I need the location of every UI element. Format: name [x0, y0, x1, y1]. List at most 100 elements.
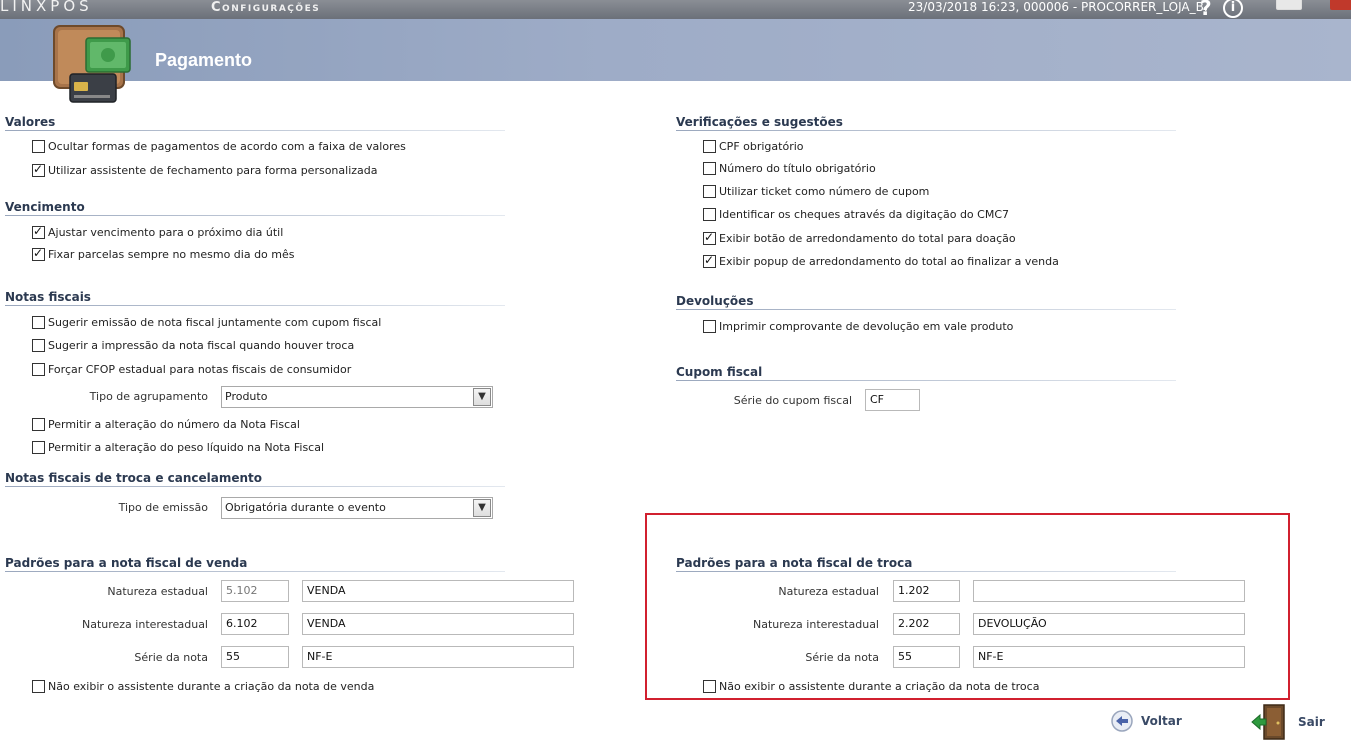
help-icon[interactable]: ?	[1200, 0, 1212, 20]
section-divider	[676, 130, 1176, 131]
troca-natureza-estadual-code[interactable]: 1.202	[893, 580, 960, 602]
section-title-vencimento: Vencimento	[5, 200, 85, 214]
checkbox-label: Identificar os cheques através da digita…	[719, 208, 1010, 221]
checkbox-assistente-fechamento[interactable]: Utilizar assistente de fechamento para f…	[32, 162, 378, 177]
wallet-icon	[53, 25, 131, 103]
checkbox-label: Imprimir comprovante de devolução em val…	[719, 320, 1014, 333]
highlight-box	[645, 513, 1290, 700]
section-title-nota-venda: Padrões para a nota fiscal de venda	[5, 556, 248, 570]
checkbox-ocultar-formas[interactable]: Ocultar formas de pagamentos de acordo c…	[32, 140, 406, 153]
checkbox-box[interactable]	[32, 162, 45, 177]
checkbox-label: Utilizar assistente de fechamento para f…	[48, 164, 378, 177]
checkbox-cheques-cmc7[interactable]: Identificar os cheques através da digita…	[703, 208, 1009, 221]
checkbox-box[interactable]	[32, 363, 45, 376]
checkbox-box[interactable]	[703, 230, 716, 245]
title-bar: LINXPOS Configurações 23/03/2018 16:23, …	[0, 0, 1351, 20]
emissao-label: Tipo de emissão	[118, 501, 208, 514]
checkbox-label: Sugerir emissão de nota fiscal juntament…	[48, 316, 382, 329]
checkbox-numero-titulo[interactable]: Número do título obrigatório	[703, 162, 876, 175]
venda-natureza-interestadual-desc[interactable]: VENDA	[302, 613, 574, 635]
minimize-button[interactable]	[1276, 0, 1302, 10]
section-divider	[5, 130, 505, 131]
checkbox-popup-arredondamento[interactable]: Exibir popup de arredondamento do total …	[703, 253, 1059, 268]
serie-cupom-input[interactable]: CF	[865, 389, 920, 411]
checkbox-permitir-peso[interactable]: Permitir a alteração do peso líquido na …	[32, 441, 324, 454]
checkbox-box[interactable]	[703, 140, 716, 153]
checkbox-box[interactable]	[32, 140, 45, 153]
close-button[interactable]	[1330, 0, 1351, 10]
troca-serie-desc[interactable]: NF-E	[973, 646, 1245, 668]
section-divider	[5, 305, 505, 306]
chevron-down-icon[interactable]: ▼	[473, 388, 491, 406]
checkbox-label: Exibir popup de arredondamento do total …	[719, 255, 1059, 268]
section-title-troca-cancelamento: Notas fiscais de troca e cancelamento	[5, 471, 263, 485]
checkbox-cpf-obrigatorio[interactable]: CPF obrigatório	[703, 140, 804, 153]
agrupamento-select[interactable]: Produto ▼	[221, 386, 493, 408]
emissao-value: Obrigatória durante o evento	[225, 501, 386, 514]
checkbox-ticket-cupom[interactable]: Utilizar ticket como número de cupom	[703, 185, 929, 198]
venda-natureza-interestadual-code[interactable]: 6.102	[221, 613, 289, 635]
serie-cupom-label: Série do cupom fiscal	[733, 394, 852, 407]
section-title-nota-troca: Padrões para a nota fiscal de troca	[676, 556, 913, 570]
checkbox-nao-exibir-troca[interactable]: Não exibir o assistente durante a criaçã…	[703, 680, 1039, 693]
venda-serie-code[interactable]: 55	[221, 646, 289, 668]
section-title-notas-fiscais: Notas fiscais	[5, 290, 91, 304]
back-button[interactable]: Voltar	[1110, 710, 1182, 732]
troca-natureza-interestadual-label: Natureza interestadual	[752, 618, 879, 631]
checkbox-label: Não exibir o assistente durante a criaçã…	[719, 680, 1040, 693]
checkbox-comprovante-devolucao[interactable]: Imprimir comprovante de devolução em val…	[703, 320, 1013, 333]
checkbox-box[interactable]	[703, 185, 716, 198]
checkbox-box[interactable]	[32, 224, 45, 239]
info-icon[interactable]: i	[1223, 0, 1243, 18]
troca-serie-code[interactable]: 55	[893, 646, 960, 668]
section-title-valores: Valores	[5, 115, 56, 129]
venda-serie-label: Série da nota	[134, 651, 208, 664]
section-divider	[676, 309, 1176, 310]
checkbox-label: Permitir a alteração do número da Nota F…	[48, 418, 300, 431]
section-title-cupom-fiscal: Cupom fiscal	[676, 365, 763, 379]
venda-natureza-estadual-code[interactable]: 5.102	[221, 580, 289, 602]
venda-natureza-estadual-desc[interactable]: VENDA	[302, 580, 574, 602]
checkbox-label: Fixar parcelas sempre no mesmo dia do mê…	[48, 248, 295, 261]
checkbox-box[interactable]	[32, 441, 45, 454]
chevron-down-icon[interactable]: ▼	[473, 499, 491, 517]
troca-natureza-interestadual-code[interactable]: 2.202	[893, 613, 960, 635]
emissao-select[interactable]: Obrigatória durante o evento ▼	[221, 497, 493, 519]
section-title-verificacoes: Verificações e sugestões	[676, 115, 843, 129]
checkbox-label: Ajustar vencimento para o próximo dia út…	[48, 226, 284, 239]
checkbox-label: Ocultar formas de pagamentos de acordo c…	[48, 140, 406, 153]
checkbox-sugerir-emissao[interactable]: Sugerir emissão de nota fiscal juntament…	[32, 316, 381, 329]
checkbox-sugerir-impressao[interactable]: Sugerir a impressão da nota fiscal quand…	[32, 339, 354, 352]
checkbox-ajustar-vencimento[interactable]: Ajustar vencimento para o próximo dia út…	[32, 224, 284, 239]
venda-serie-desc[interactable]: NF-E	[302, 646, 574, 668]
checkbox-box[interactable]	[32, 316, 45, 329]
checkbox-box[interactable]	[703, 680, 716, 693]
brand-logo: LINXPOS	[0, 0, 93, 15]
checkbox-box[interactable]	[703, 162, 716, 175]
troca-natureza-interestadual-desc[interactable]: DEVOLUÇÃO	[973, 613, 1245, 635]
checkbox-box[interactable]	[703, 208, 716, 221]
checkbox-box[interactable]	[703, 253, 716, 268]
venda-natureza-estadual-label: Natureza estadual	[107, 585, 208, 598]
section-title-devolucoes: Devoluções	[676, 294, 754, 308]
checkbox-forcar-cfop[interactable]: Forçar CFOP estadual para notas fiscais …	[32, 363, 351, 376]
checkbox-box[interactable]	[32, 680, 45, 693]
exit-button[interactable]: Sair	[1250, 703, 1325, 741]
checkbox-fixar-parcelas[interactable]: Fixar parcelas sempre no mesmo dia do mê…	[32, 246, 295, 261]
session-status: 23/03/2018 16:23, 000006 - PROCORRER_LOJ…	[908, 0, 1208, 14]
section-divider	[5, 215, 505, 216]
page-title: Pagamento	[155, 50, 253, 70]
checkbox-label: Exibir botão de arredondamento do total …	[719, 232, 1016, 245]
app-title: Configurações	[211, 0, 321, 15]
checkbox-permitir-numero[interactable]: Permitir a alteração do número da Nota F…	[32, 418, 300, 431]
checkbox-label: Permitir a alteração do peso líquido na …	[48, 441, 325, 454]
troca-natureza-estadual-label: Natureza estadual	[778, 585, 879, 598]
checkbox-box[interactable]	[703, 320, 716, 333]
section-divider	[5, 571, 505, 572]
checkbox-box[interactable]	[32, 339, 45, 352]
troca-natureza-estadual-desc[interactable]	[973, 580, 1245, 602]
checkbox-nao-exibir-venda[interactable]: Não exibir o assistente durante a criaçã…	[32, 680, 374, 693]
checkbox-box[interactable]	[32, 418, 45, 431]
checkbox-box[interactable]	[32, 246, 45, 261]
checkbox-botao-arredondamento[interactable]: Exibir botão de arredondamento do total …	[703, 230, 1016, 245]
